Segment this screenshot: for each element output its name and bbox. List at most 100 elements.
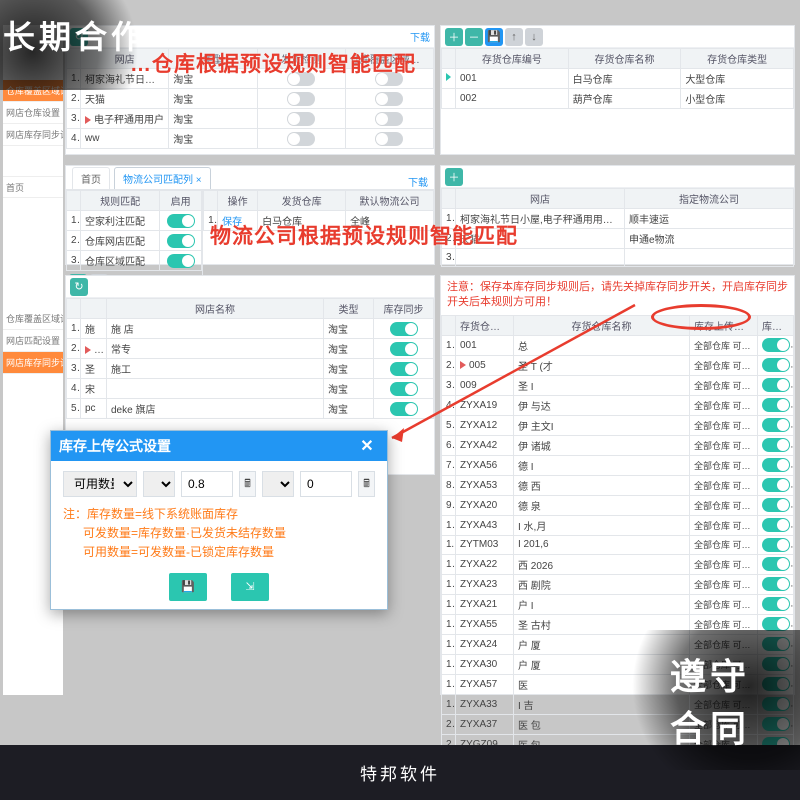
table-row[interactable]: 7ZYXA56德 I全部仓库 可用数量*0.6 bbox=[442, 455, 794, 475]
table-row[interactable]: 4ZYXA19伊 与达全部仓库 可用数量*0.6 bbox=[442, 395, 794, 415]
toggle[interactable] bbox=[390, 382, 418, 396]
tab-home[interactable]: 首页 bbox=[72, 167, 110, 189]
table-row[interactable]: 12ZYXA22西 2026全部仓库 可用数量*0.6 bbox=[442, 554, 794, 574]
offset-input[interactable] bbox=[300, 471, 352, 497]
toggle[interactable] bbox=[762, 677, 790, 691]
toggle[interactable] bbox=[390, 402, 418, 416]
dialog-header: 库存上传公式设置 ✕ bbox=[51, 431, 387, 461]
toggle[interactable] bbox=[762, 438, 790, 452]
toolbar-btn[interactable]: ↻ bbox=[70, 278, 88, 296]
down-button[interactable]: ↓ bbox=[525, 28, 543, 46]
toggle[interactable] bbox=[287, 132, 315, 146]
table-row[interactable]: 10ZYXA43I 水,月全部仓库 可用数量*0.6 bbox=[442, 515, 794, 535]
col-wh-type: 存货仓库类型 bbox=[681, 49, 794, 69]
toggle[interactable] bbox=[375, 112, 403, 126]
add-button[interactable]: ＋ bbox=[445, 28, 463, 46]
table-row[interactable]: 3仓库区域匹配 bbox=[67, 251, 202, 271]
toggle[interactable] bbox=[375, 132, 403, 146]
download-link[interactable]: 下载 bbox=[410, 29, 430, 44]
table-row[interactable]: 2仓库网店匹配 bbox=[67, 231, 202, 251]
table-row[interactable]: 9ZYXA20德 泉全部仓库 可用数量*0.6 bbox=[442, 495, 794, 515]
toggle[interactable] bbox=[762, 338, 790, 352]
toggle[interactable] bbox=[762, 577, 790, 591]
toggle[interactable] bbox=[762, 617, 790, 631]
table-row[interactable]: 8ZYXA53德 西全部仓库 可用数量*0.6 bbox=[442, 475, 794, 495]
sidebar-tab[interactable]: 仓库覆盖区域设置 bbox=[3, 308, 63, 330]
close-icon[interactable]: ✕ bbox=[355, 434, 379, 458]
table-row[interactable]: 002葫芦仓库小型仓库 bbox=[442, 89, 794, 109]
table-row[interactable]: 18ZYXA57医全部仓库 可用数量*0.6 bbox=[442, 674, 794, 694]
table-row[interactable]: 16ZYXA24户 厦全部仓库 可用数量*0.6 bbox=[442, 634, 794, 654]
toggle[interactable] bbox=[390, 342, 418, 356]
toggle[interactable] bbox=[762, 458, 790, 472]
toggle[interactable] bbox=[762, 657, 790, 671]
toggle[interactable] bbox=[762, 597, 790, 611]
toggle[interactable] bbox=[375, 92, 403, 106]
toolbar-btn[interactable]: ↻ bbox=[70, 28, 88, 46]
quantity-select[interactable]: 可用数量 bbox=[63, 471, 137, 497]
table-row[interactable]: 5pcdeke 旗店淘宝 bbox=[67, 399, 434, 419]
toggle[interactable] bbox=[762, 378, 790, 392]
tab-logistics[interactable]: 物流公司匹配列 × bbox=[114, 167, 211, 189]
save-button[interactable]: 💾 bbox=[169, 573, 207, 601]
table-row[interactable]: 4ww淘宝 bbox=[67, 129, 434, 149]
table-row[interactable]: 13ZYXA23西 剧院全部仓库 可用数量*0.6 bbox=[442, 574, 794, 594]
sidebar-tab[interactable]: 网店仓库设置 bbox=[3, 102, 63, 124]
export-button[interactable]: ⇲ bbox=[231, 573, 269, 601]
operator2-select[interactable]: + bbox=[262, 471, 294, 497]
toggle[interactable] bbox=[762, 498, 790, 512]
calculator-icon[interactable]: 🖩 bbox=[358, 471, 375, 497]
table-row[interactable]: 2天常专淘宝 bbox=[67, 339, 434, 359]
sidebar-tab[interactable]: 首页 bbox=[3, 176, 63, 198]
toggle[interactable] bbox=[762, 398, 790, 412]
toggle[interactable] bbox=[762, 697, 790, 711]
sidebar-tab[interactable]: 仓库覆盖区域设置 bbox=[3, 80, 63, 102]
add-button[interactable]: ＋ bbox=[445, 168, 463, 186]
sidebar-tab[interactable]: 网店库存同步设置 bbox=[3, 352, 63, 374]
toggle[interactable] bbox=[762, 717, 790, 731]
table-row[interactable]: 3圣施工淘宝 bbox=[67, 359, 434, 379]
download-link[interactable]: 下载 bbox=[408, 174, 428, 189]
table-row[interactable]: 2005圣 T (才全部仓库 可用数量*1 bbox=[442, 355, 794, 375]
table-row[interactable]: 1空家利注匹配 bbox=[67, 211, 202, 231]
table-row[interactable]: 001白马仓库大型仓库 bbox=[442, 69, 794, 89]
toggle[interactable] bbox=[390, 362, 418, 376]
save-button[interactable]: 💾 bbox=[485, 28, 503, 46]
calculator-icon[interactable]: 🖩 bbox=[239, 471, 256, 497]
sidebar-tab[interactable]: 网店库存同步设置 bbox=[3, 124, 63, 146]
table-row[interactable]: 11ZYTM03I 201,6全部仓库 可用数量*0.6 bbox=[442, 535, 794, 554]
table-row[interactable]: 4宋 淘宝 bbox=[67, 379, 434, 399]
table-row[interactable]: 3009圣 I全部仓库 可用数量*0.6 bbox=[442, 375, 794, 395]
table-row[interactable]: 3电子秤通用用户淘宝 bbox=[67, 109, 434, 129]
table-row[interactable]: 20ZYXA37医 包全部仓库 可用数量*0.6 bbox=[442, 714, 794, 734]
sidebar-tab[interactable]: 网店匹配设置 bbox=[3, 330, 63, 352]
toggle[interactable] bbox=[762, 358, 790, 372]
toggle[interactable] bbox=[167, 254, 195, 268]
table-row[interactable]: 15ZYXA55圣 古村全部仓库 可用数量*0.6 bbox=[442, 614, 794, 634]
toggle[interactable] bbox=[762, 518, 790, 532]
toggle[interactable] bbox=[762, 418, 790, 432]
table-row[interactable]: 5ZYXA12伊 主文I全部仓库 可用数量*0.6 bbox=[442, 415, 794, 435]
toggle[interactable] bbox=[287, 92, 315, 106]
delete-button[interactable]: － bbox=[465, 28, 483, 46]
toggle[interactable] bbox=[167, 234, 195, 248]
factor-input[interactable] bbox=[181, 471, 233, 497]
table-row[interactable]: 1001总全部仓库 可用数量*0.8 bbox=[442, 335, 794, 355]
toolbar: ＋ － 💾 ↑ ↓ bbox=[441, 26, 794, 48]
up-button[interactable]: ↑ bbox=[505, 28, 523, 46]
table-row[interactable]: 1施施 店淘宝 bbox=[67, 319, 434, 339]
toggle[interactable] bbox=[762, 557, 790, 571]
table-row[interactable]: 17ZYXA30户 厦全部仓库 可用数量*0.6 bbox=[442, 654, 794, 674]
table-row[interactable]: 6ZYXA42伊 诸城全部仓库 可用数量*0.6 bbox=[442, 435, 794, 455]
table-row[interactable]: 2天猫淘宝 bbox=[67, 89, 434, 109]
toggle[interactable] bbox=[167, 214, 195, 228]
table-row[interactable]: 19ZYXA33I 吉全部仓库 可用数量*0.6 bbox=[442, 694, 794, 714]
toggle[interactable] bbox=[762, 538, 790, 552]
table-row[interactable]: 3 bbox=[442, 249, 794, 267]
toggle[interactable] bbox=[762, 478, 790, 492]
toggle[interactable] bbox=[287, 112, 315, 126]
toggle[interactable] bbox=[390, 322, 418, 336]
operator-select[interactable]: * bbox=[143, 471, 175, 497]
table-row[interactable]: 14ZYXA21户 I全部仓库 可用数量*0.6 bbox=[442, 594, 794, 614]
toggle[interactable] bbox=[762, 637, 790, 651]
